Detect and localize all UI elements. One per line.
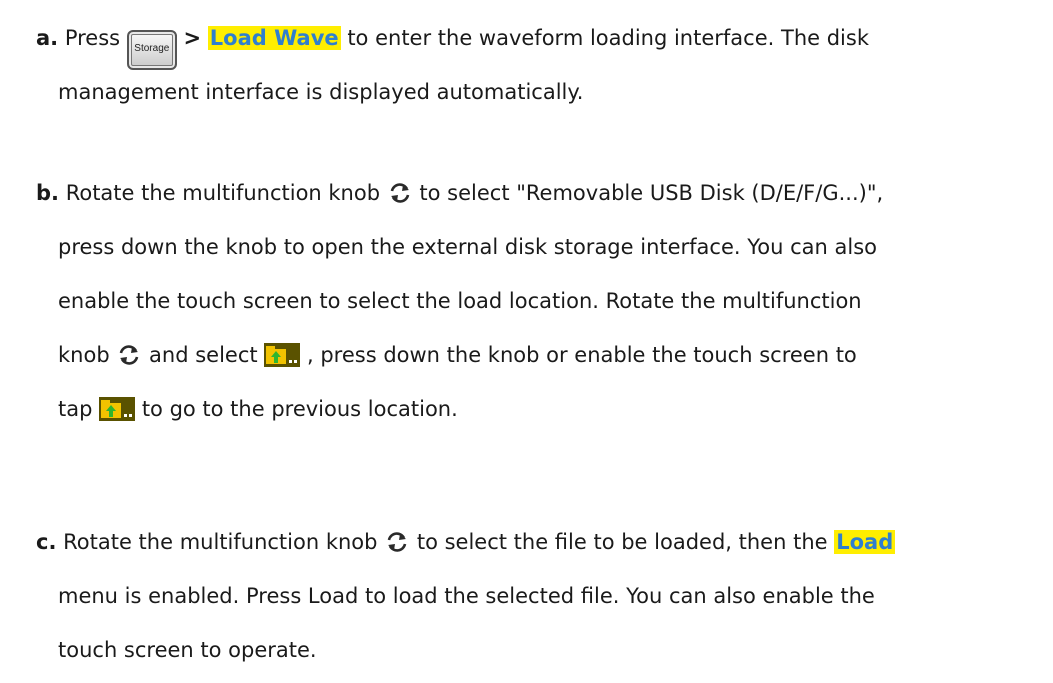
step-a: a. Press Storage > Load Wave to enter th… xyxy=(36,11,1046,119)
step-b-line-5-pre: tap xyxy=(58,397,93,421)
step-c-line-1-pre: Rotate the multifunction knob xyxy=(63,530,378,554)
storage-button-icon: Storage xyxy=(126,30,177,70)
step-a-line-2: management interface is displayed automa… xyxy=(58,80,584,104)
step-b-line-1-post: to select "Removable USB Disk (D/E/F/G..… xyxy=(419,181,884,205)
step-b-line-5: tap to go to the previous location. xyxy=(36,382,1046,436)
instruction-page: a. Press Storage > Load Wave to enter th… xyxy=(0,0,1053,683)
step-b-line-5-post: to go to the previous location. xyxy=(141,397,458,421)
step-b-line-4: knob and select , press down the knob or… xyxy=(36,328,1046,382)
press-text: Press xyxy=(64,26,121,50)
load-highlight: Load xyxy=(834,530,896,554)
step-c: c. Rotate the multifunction knob to sele… xyxy=(36,515,1046,677)
step-a-line-1-rest: to enter the waveform loading interface.… xyxy=(347,26,869,50)
menu-separator: > xyxy=(183,26,202,50)
step-c-line-1: c. Rotate the multifunction knob to sele… xyxy=(36,515,1046,569)
step-a-line-1: a. Press Storage > Load Wave to enter th… xyxy=(36,11,1046,70)
step-c-marker: c. xyxy=(36,530,57,554)
rotate-knob-icon xyxy=(117,332,141,386)
step-c-line-2: menu is enabled. Press Load to load the … xyxy=(58,584,875,608)
step-b-line-1: b. Rotate the multifunction knob to sele… xyxy=(36,166,1046,220)
rotate-knob-icon xyxy=(388,170,412,224)
folder-up-icon xyxy=(99,387,136,441)
step-b-line-1-pre: Rotate the multifunction knob xyxy=(65,181,381,205)
step-b-marker: b. xyxy=(36,181,60,205)
step-b-line-4-pre: knob xyxy=(58,343,110,367)
step-b-line-3: enable the touch screen to select the lo… xyxy=(58,289,862,313)
step-b-line-4-mid: and select xyxy=(149,343,258,367)
step-a-marker: a. xyxy=(36,26,59,50)
step-b-line-4-post: , press down the knob or enable the touc… xyxy=(307,343,857,367)
step-b-line-2: press down the knob to open the external… xyxy=(58,235,878,259)
rotate-knob-icon xyxy=(385,519,409,573)
load-wave-highlight: Load Wave xyxy=(207,26,341,50)
step-c-line-3: touch screen to operate. xyxy=(58,638,317,662)
folder-up-icon xyxy=(264,333,301,387)
step-c-line-1-mid: to select the file to be loaded, then th… xyxy=(416,530,828,554)
step-b: b. Rotate the multifunction knob to sele… xyxy=(36,166,1046,436)
